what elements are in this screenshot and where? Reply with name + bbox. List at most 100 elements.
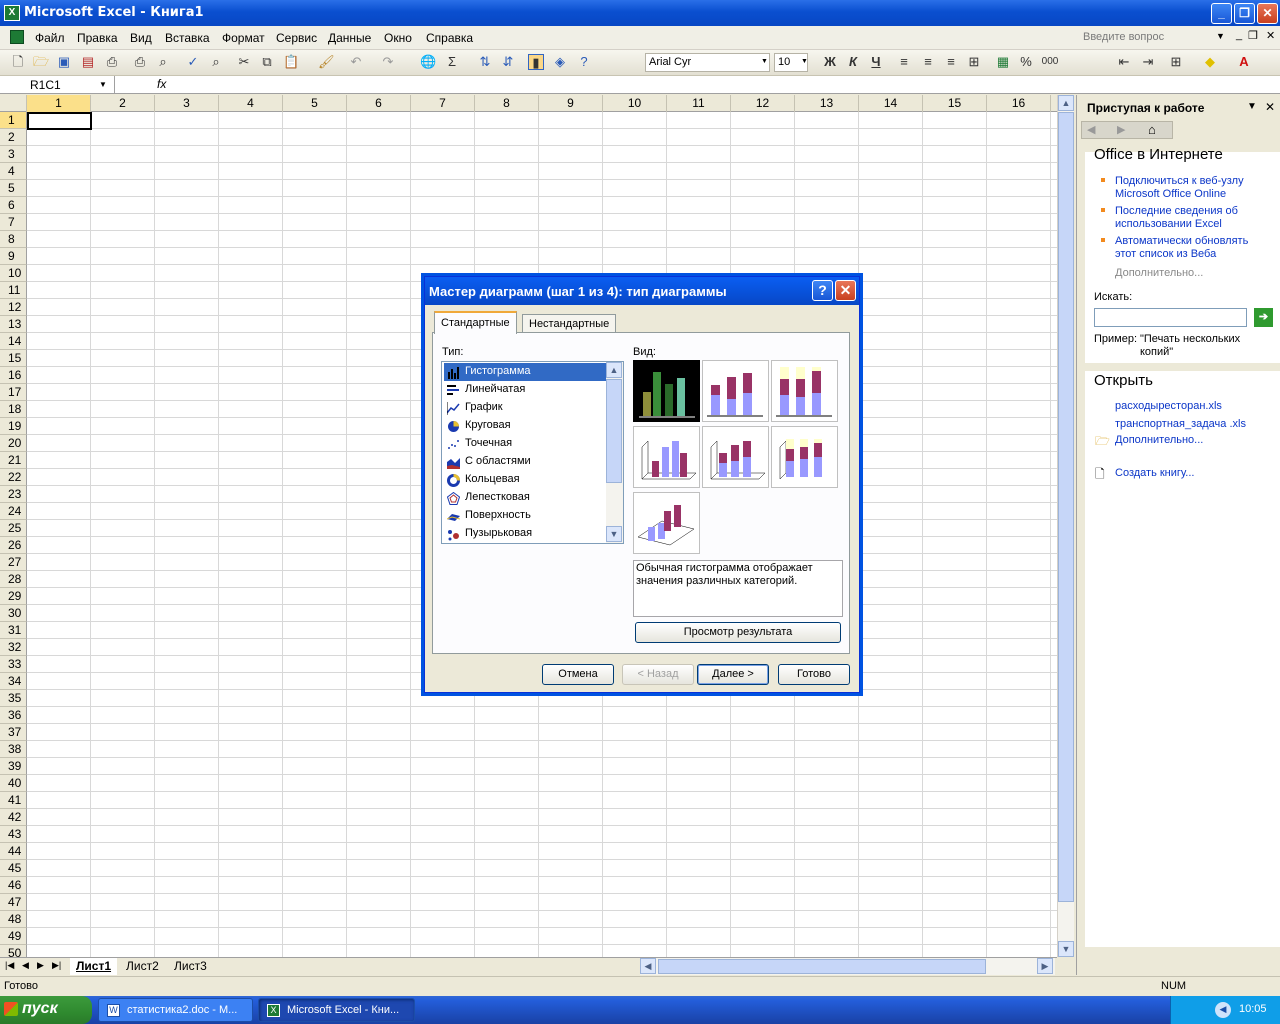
back-icon[interactable]: ◀ <box>1087 123 1095 136</box>
subtype-clustered-column[interactable] <box>633 360 700 422</box>
menu-file[interactable]: Файл <box>35 31 65 45</box>
list-scroll-up-icon[interactable]: ▲ <box>606 362 622 378</box>
ask-dropdown-icon[interactable]: ▼ <box>1216 31 1225 41</box>
row-header[interactable]: 7 <box>0 214 27 231</box>
row-header[interactable]: 21 <box>0 452 27 469</box>
column-header[interactable]: 2 <box>91 95 155 112</box>
prev-sheet-icon[interactable]: ◀ <box>22 960 29 971</box>
row-header[interactable]: 32 <box>0 639 27 656</box>
chart-wizard-icon[interactable]: ▮ <box>528 54 544 70</box>
subtype-stacked-column[interactable] <box>702 360 769 422</box>
autosum-icon[interactable]: Σ <box>444 54 460 70</box>
borders-icon[interactable]: ⊞ <box>1168 54 1184 70</box>
row-header[interactable]: 1 <box>0 112 27 129</box>
row-header[interactable]: 30 <box>0 605 27 622</box>
ask-question-input[interactable]: Введите вопрос <box>1080 30 1230 47</box>
row-header[interactable]: 43 <box>0 826 27 843</box>
chart-type-item[interactable]: Гистограмма <box>444 363 606 381</box>
font-color-icon[interactable]: A <box>1236 54 1252 70</box>
preview-result-button[interactable]: Просмотр результата <box>635 622 841 643</box>
scroll-thumb[interactable] <box>1058 112 1074 902</box>
research-icon[interactable]: ⌕ <box>208 54 224 70</box>
size-dropdown-icon[interactable]: ▼ <box>801 58 808 65</box>
column-header[interactable]: 10 <box>603 95 667 112</box>
row-header[interactable]: 44 <box>0 843 27 860</box>
workbook-icon[interactable] <box>10 30 24 44</box>
subtype-3d-column[interactable] <box>633 492 700 554</box>
taskbar-item-word[interactable]: W статистика2.doc - M... <box>98 998 253 1022</box>
font-name-select[interactable]: Arial Cyr <box>645 53 770 72</box>
column-header[interactable]: 12 <box>731 95 795 112</box>
format-painter-icon[interactable]: 🖌 <box>318 54 335 70</box>
type-list-scrollbar[interactable]: ▲ ▼ <box>606 362 623 543</box>
menu-insert[interactable]: Вставка <box>165 31 210 45</box>
row-header[interactable]: 8 <box>0 231 27 248</box>
home-icon[interactable]: ⌂ <box>1148 122 1156 137</box>
name-box[interactable]: R1C1 <box>0 76 115 94</box>
row-header[interactable]: 35 <box>0 690 27 707</box>
chart-type-item[interactable]: Кольцевая <box>444 471 606 489</box>
subtype-100-stacked-column[interactable] <box>771 360 838 422</box>
menu-help[interactable]: Справка <box>426 31 473 45</box>
close-button[interactable]: ✕ <box>1257 3 1278 24</box>
row-header[interactable]: 50 <box>0 945 27 957</box>
row-header[interactable]: 36 <box>0 707 27 724</box>
chart-type-item[interactable]: Круговая <box>444 417 606 435</box>
menu-view[interactable]: Вид <box>130 31 152 45</box>
cut-icon[interactable]: ✂ <box>236 54 252 70</box>
column-header[interactable]: 13 <box>795 95 859 112</box>
row-header[interactable]: 12 <box>0 299 27 316</box>
row-header[interactable]: 19 <box>0 418 27 435</box>
back-button[interactable]: < Назад <box>622 664 694 685</box>
taskbar-item-excel[interactable]: X Microsoft Excel - Кни... <box>258 998 415 1022</box>
column-header[interactable]: 1 <box>27 95 91 112</box>
link-latest-news[interactable]: Последние сведения об использовании Exce… <box>1115 205 1265 231</box>
next-sheet-icon[interactable]: ▶ <box>37 960 44 971</box>
doc-close-button[interactable]: ✕ <box>1266 29 1275 42</box>
column-header[interactable]: 8 <box>475 95 539 112</box>
row-header[interactable]: 23 <box>0 486 27 503</box>
column-header[interactable]: 6 <box>347 95 411 112</box>
recent-file-2[interactable]: транспортная_задача .xls <box>1115 418 1246 431</box>
more-link-2[interactable]: Дополнительно... <box>1115 434 1203 447</box>
maximize-button[interactable]: ❐ <box>1234 3 1255 24</box>
redo-icon[interactable]: ↷ <box>380 54 396 70</box>
row-header[interactable]: 45 <box>0 860 27 877</box>
link-office-online[interactable]: Подключиться к веб-узлу Microsoft Office… <box>1115 175 1265 201</box>
subtype-3d-clustered-column[interactable] <box>633 426 700 488</box>
last-sheet-icon[interactable]: ▶| <box>52 960 61 971</box>
task-pane-close-icon[interactable]: ✕ <box>1265 100 1275 114</box>
next-button[interactable]: Далее > <box>697 664 769 685</box>
preview-icon[interactable]: ⌕ <box>155 54 171 70</box>
scroll-left-icon[interactable]: ◀ <box>640 958 656 974</box>
print-preview-icon[interactable]: ⎙ <box>132 54 148 70</box>
row-header[interactable]: 49 <box>0 928 27 945</box>
chart-type-item[interactable]: С областями <box>444 453 606 471</box>
search-input[interactable] <box>1094 308 1247 327</box>
menu-edit[interactable]: Правка <box>77 31 118 45</box>
spelling-icon[interactable]: ✓ <box>185 54 201 70</box>
permission-icon[interactable]: ▤ <box>80 54 96 70</box>
row-header[interactable]: 15 <box>0 350 27 367</box>
row-header[interactable]: 29 <box>0 588 27 605</box>
chart-type-item[interactable]: Пузырьковая <box>444 525 606 543</box>
select-all-button[interactable] <box>0 95 27 112</box>
decrease-indent-icon[interactable]: ⇤ <box>1116 54 1132 70</box>
dialog-help-icon[interactable]: ? <box>812 280 833 301</box>
column-header[interactable]: 3 <box>155 95 219 112</box>
italic-button[interactable]: К <box>845 54 861 70</box>
active-cell[interactable] <box>27 112 92 130</box>
row-header[interactable]: 16 <box>0 367 27 384</box>
row-header[interactable]: 17 <box>0 384 27 401</box>
first-sheet-icon[interactable]: |◀ <box>5 960 14 971</box>
row-header[interactable]: 11 <box>0 282 27 299</box>
align-left-icon[interactable]: ≡ <box>896 54 912 70</box>
sheet-tab-3[interactable]: Лист3 <box>168 958 213 975</box>
save-icon[interactable]: ▣ <box>56 54 72 70</box>
horizontal-scrollbar[interactable]: ◀ ▶ <box>640 958 1055 975</box>
recent-file-1[interactable]: расходыресторан.xls <box>1115 400 1222 413</box>
scroll-right-icon[interactable]: ▶ <box>1037 958 1053 974</box>
row-header[interactable]: 42 <box>0 809 27 826</box>
formula-input[interactable] <box>175 76 1055 94</box>
merge-center-icon[interactable]: ⊞ <box>966 54 982 70</box>
